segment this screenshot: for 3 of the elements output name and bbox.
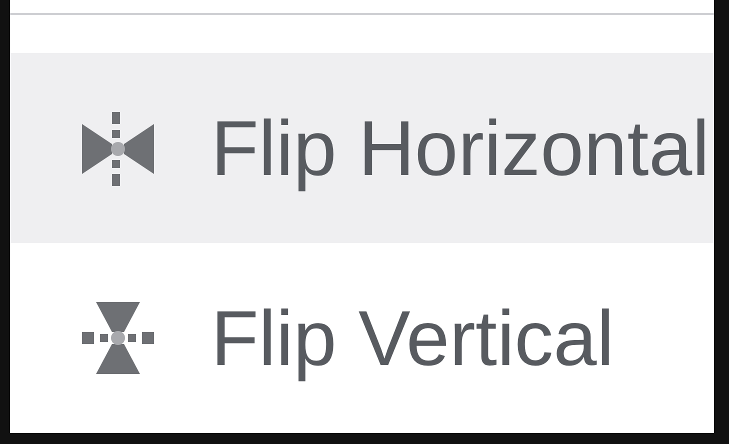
- menu-item[interactable]: Flip Horizontal: [10, 53, 714, 243]
- flip-horizontal-icon: [80, 110, 156, 186]
- flip-vertical-icon: [80, 300, 156, 376]
